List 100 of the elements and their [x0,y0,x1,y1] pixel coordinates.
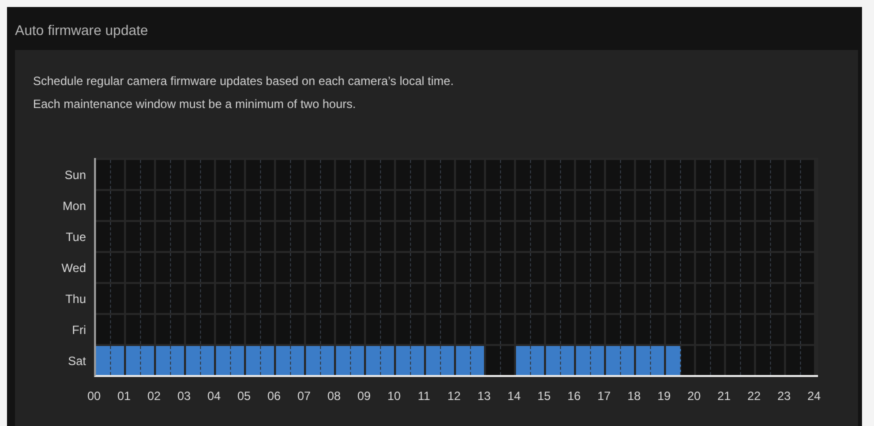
schedule-cell[interactable] [126,191,141,220]
schedule-cell[interactable] [591,346,606,375]
schedule-cell[interactable] [651,222,666,251]
schedule-cell[interactable] [111,253,126,282]
schedule-cell[interactable] [756,315,771,344]
schedule-cell[interactable] [276,284,291,313]
schedule-cell[interactable] [411,160,426,189]
schedule-cell[interactable] [786,222,801,251]
schedule-cell[interactable] [321,191,336,220]
schedule-cell[interactable] [171,253,186,282]
schedule-cell[interactable] [486,222,501,251]
schedule-cell[interactable] [411,222,426,251]
schedule-cell[interactable] [96,160,111,189]
schedule-cell[interactable] [426,160,441,189]
schedule-cell[interactable] [606,222,621,251]
schedule-cell[interactable] [771,160,786,189]
schedule-cell[interactable] [741,160,756,189]
schedule-cell[interactable] [351,160,366,189]
schedule-cell[interactable] [441,253,456,282]
schedule-cell[interactable] [501,191,516,220]
schedule-cell[interactable] [171,315,186,344]
schedule-cell[interactable] [486,315,501,344]
schedule-cell[interactable] [801,160,816,189]
schedule-cell[interactable] [471,253,486,282]
schedule-cell[interactable] [501,346,516,375]
schedule-cell[interactable] [291,160,306,189]
schedule-cell[interactable] [276,253,291,282]
schedule-cell[interactable] [741,253,756,282]
schedule-cell[interactable] [306,253,321,282]
schedule-cell[interactable] [126,346,141,375]
schedule-cell[interactable] [201,160,216,189]
schedule-cell[interactable] [666,222,681,251]
schedule-cell[interactable] [426,253,441,282]
schedule-cell[interactable] [501,253,516,282]
schedule-cell[interactable] [771,346,786,375]
schedule-cell[interactable] [546,160,561,189]
schedule-cell[interactable] [291,253,306,282]
schedule-cell[interactable] [696,315,711,344]
schedule-cell[interactable] [741,284,756,313]
schedule-cell[interactable] [156,253,171,282]
schedule-cell[interactable] [471,284,486,313]
schedule-cell[interactable] [381,160,396,189]
schedule-cell[interactable] [561,253,576,282]
schedule-cell[interactable] [681,160,696,189]
schedule-cell[interactable] [201,253,216,282]
schedule-cell[interactable] [306,284,321,313]
schedule-cell[interactable] [681,191,696,220]
schedule-cell[interactable] [126,222,141,251]
schedule-cell[interactable] [141,191,156,220]
schedule-cell[interactable] [786,191,801,220]
schedule-cell[interactable] [291,222,306,251]
schedule-cell[interactable] [786,160,801,189]
schedule-cell[interactable] [351,191,366,220]
schedule-cell[interactable] [621,160,636,189]
schedule-cell[interactable] [636,315,651,344]
schedule-cell[interactable] [561,160,576,189]
schedule-cell[interactable] [246,222,261,251]
schedule-cell[interactable] [561,222,576,251]
schedule-cell[interactable] [516,191,531,220]
schedule-cell[interactable] [591,191,606,220]
schedule-cell[interactable] [681,222,696,251]
schedule-cell[interactable] [366,222,381,251]
schedule-cell[interactable] [141,284,156,313]
schedule-cell[interactable] [621,191,636,220]
schedule-cell[interactable] [771,191,786,220]
schedule-cell[interactable] [306,346,321,375]
schedule-cell[interactable] [756,222,771,251]
schedule-cell[interactable] [456,160,471,189]
schedule-cell[interactable] [216,284,231,313]
schedule-cell[interactable] [381,191,396,220]
schedule-cell[interactable] [741,191,756,220]
schedule-cell[interactable] [606,284,621,313]
schedule-cell[interactable] [111,160,126,189]
schedule-cell[interactable] [756,284,771,313]
schedule-cell[interactable] [606,160,621,189]
schedule-cell[interactable] [501,160,516,189]
schedule-cell[interactable] [426,222,441,251]
schedule-cell[interactable] [171,284,186,313]
schedule-cell[interactable] [261,222,276,251]
schedule-cell[interactable] [591,160,606,189]
schedule-cell[interactable] [261,191,276,220]
schedule-cell[interactable] [561,191,576,220]
schedule-cell[interactable] [441,160,456,189]
schedule-cell[interactable] [246,315,261,344]
schedule-cell[interactable] [756,160,771,189]
schedule-cell[interactable] [741,346,756,375]
schedule-cell[interactable] [291,284,306,313]
schedule-cell[interactable] [531,315,546,344]
schedule-cell[interactable] [111,346,126,375]
schedule-cell[interactable] [261,346,276,375]
schedule-cell[interactable] [456,191,471,220]
schedule-cell[interactable] [276,222,291,251]
schedule-cell[interactable] [336,160,351,189]
schedule-cell[interactable] [201,346,216,375]
schedule-cell[interactable] [726,222,741,251]
schedule-cell[interactable] [711,253,726,282]
schedule-cell[interactable] [351,284,366,313]
schedule-cell[interactable] [216,191,231,220]
schedule-cell[interactable] [486,346,501,375]
schedule-cell[interactable] [471,191,486,220]
